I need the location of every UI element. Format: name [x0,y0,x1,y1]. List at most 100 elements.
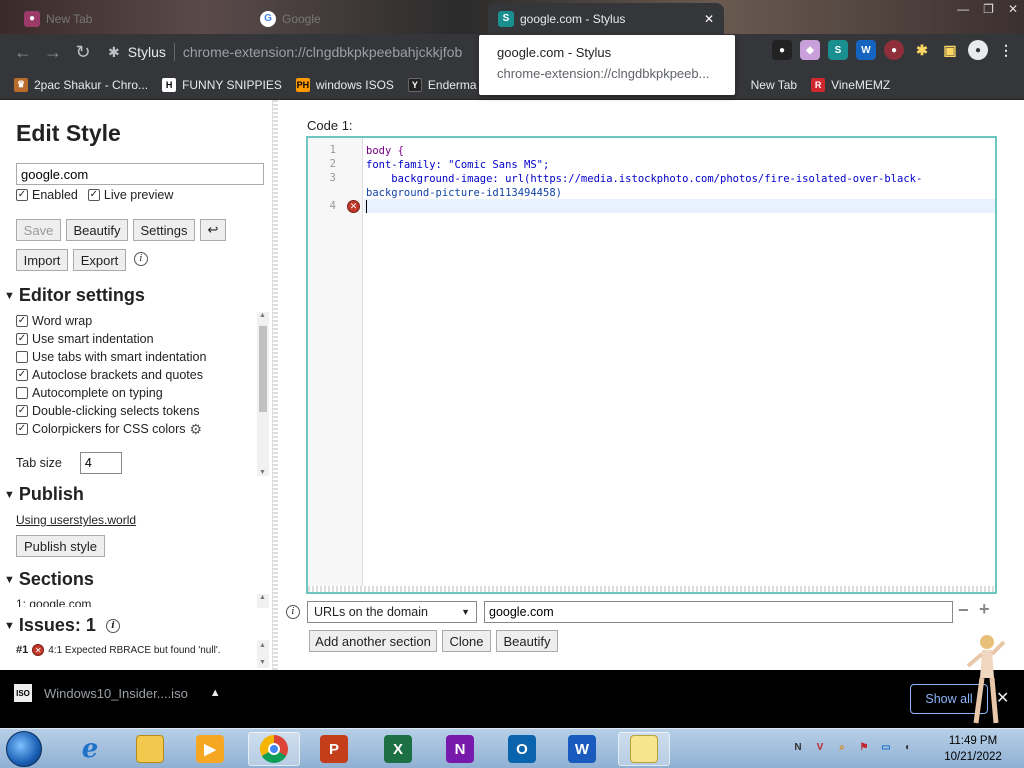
back-icon[interactable]: ← [8,37,38,67]
undo-icon[interactable]: ↩ [200,219,226,241]
info-icon[interactable]: i [286,605,300,619]
media-player-icon[interactable]: ▶ [184,732,236,766]
word-icon[interactable]: W [556,732,608,766]
settings-scrollbar[interactable]: ▲ ▼ [257,312,269,476]
start-button-icon[interactable] [6,731,42,767]
scroll-up-icon[interactable]: ▲ [259,642,266,649]
tab-google[interactable]: G Google [250,3,331,34]
internet-explorer-icon[interactable]: e [64,732,116,766]
bookmark-item[interactable]: ♛ 2pac Shakur - Chro... [14,77,148,92]
resize-divider[interactable] [272,100,278,670]
close-window-icon[interactable]: ✕ [1008,2,1018,16]
word-wrap-checkbox[interactable]: ✓ Word wrap [16,312,256,330]
tabs-smart-indentation-checkbox[interactable]: Use tabs with smart indentation [16,348,256,366]
publish-heading[interactable]: ▼ Publish [4,484,84,505]
download-filename: Windows10_Insider....iso [44,685,188,701]
autoclose-brackets-checkbox[interactable]: ✓ Autoclose brackets and quotes [16,366,256,384]
issues-heading[interactable]: ▼ Issues: 1 i [4,615,120,636]
add-another-section-button[interactable]: Add another section [309,630,437,652]
minimize-icon[interactable]: — [957,2,969,16]
bookmark-item[interactable]: Y Enderma [407,77,477,92]
issue-row[interactable]: #1 ✕ 4:1 Expected RBRACE but found 'null… [16,644,221,656]
info-icon[interactable]: i [134,252,148,266]
tab-new-tab[interactable]: ● New Tab [14,3,102,34]
download-item[interactable]: ISO Windows10_Insider....iso ▲ [14,684,221,702]
extension-eye-icon[interactable]: ● [772,40,792,60]
tray-flag-icon[interactable]: ⚑ [856,739,872,755]
powerpoint-icon[interactable]: P [308,732,360,766]
extension-circle-icon[interactable]: ● [884,40,904,60]
publish-style-button[interactable]: Publish style [16,535,105,557]
extensions-puzzle-icon[interactable]: ✱ [912,40,932,60]
system-clock[interactable]: 11:49 PM 10/21/2022 [938,733,1008,765]
autocomplete-checkbox[interactable]: Autocomplete on typing [16,384,256,402]
double-click-tokens-checkbox[interactable]: ✓ Double-clicking selects tokens [16,402,256,420]
tray-monitor-icon[interactable]: ▭ [878,739,894,755]
remove-rule-icon[interactable]: − [958,600,969,621]
address-bar[interactable]: ✱ Stylus chrome-extension://clngdbkpkpee… [108,38,488,66]
tray-v-icon[interactable]: V [812,739,828,755]
extension-cat-icon[interactable]: ◆ [800,40,820,60]
beautify-section-button[interactable]: Beautify [496,630,558,652]
scroll-down-icon[interactable]: ▼ [259,659,266,666]
bookmark-item[interactable]: R VineMEMZ [811,77,890,92]
tab-stylus[interactable]: S google.com - Stylus ✕ [488,3,724,34]
clone-button[interactable]: Clone [442,630,491,652]
maximize-icon[interactable]: ❐ [983,2,994,16]
dropdown-arrow-icon: ▼ [461,607,470,617]
settings-button[interactable]: Settings [133,219,195,241]
style-name-input[interactable] [16,163,264,185]
chrome-icon[interactable] [248,732,300,766]
enabled-checkbox[interactable]: ✓ Enabled [16,188,78,202]
editor-resize-handle[interactable] [308,586,995,592]
smart-indentation-checkbox[interactable]: ✓ Use smart indentation [16,330,256,348]
tray-volume-icon[interactable]: ◐ [900,739,916,755]
userstyles-world-link[interactable]: Using userstyles.world [16,513,136,527]
enabled-label: Enabled [32,188,78,202]
import-button[interactable]: Import [16,249,68,271]
code-editor[interactable]: 1 2 3 4 ✕ body { font-family: "Comic San… [306,136,997,594]
lint-error-icon[interactable]: ✕ [347,200,360,213]
info-icon[interactable]: i [105,618,120,633]
scrollbar-thumb[interactable] [259,326,267,412]
bookmark-item[interactable]: H FUNNY SNIPPIES [162,77,282,92]
live-preview-checkbox[interactable]: ✓ Live preview [87,188,173,202]
applies-to-type-select[interactable]: URLs on the domain ▼ [307,601,477,623]
sections-scrollbar[interactable]: ▲ [257,594,269,608]
forward-icon[interactable]: → [38,37,68,67]
onenote-icon[interactable]: N [434,732,486,766]
outlook-icon[interactable]: O [496,732,548,766]
issues-scrollbar[interactable]: ▲ ▼ [257,640,269,668]
bookmark-item[interactable]: PH windows ISOS [295,77,394,92]
tray-search-icon[interactable]: ⌕ [834,739,850,755]
section-list-item[interactable]: 1: google.com [16,597,91,607]
omnibox-url: chrome-extension://clngdbkpkpeebahjckkjf… [182,44,463,60]
excel-icon[interactable]: X [372,732,424,766]
add-rule-icon[interactable]: + [979,599,990,620]
tab-size-input[interactable] [79,452,122,474]
profile-avatar-icon[interactable]: ● [968,40,988,60]
menu-kebab-icon[interactable]: ⋮ [996,40,1016,60]
save-button[interactable]: Save [16,219,61,241]
chevron-up-icon[interactable]: ▲ [210,687,221,699]
scroll-up-icon[interactable]: ▲ [259,594,266,601]
export-button[interactable]: Export [73,249,126,271]
beautify-button[interactable]: Beautify [66,219,128,241]
option-label: Double-clicking selects tokens [32,404,200,418]
tab-close-icon[interactable]: ✕ [704,12,714,26]
bookmark-item[interactable]: New Tab [751,78,797,92]
scroll-up-icon[interactable]: ▲ [259,312,266,319]
sticky-notes-icon[interactable] [618,732,670,766]
tray-app-icon[interactable]: N [790,739,806,755]
extension-stylus-icon[interactable]: S [828,40,848,60]
colorpickers-checkbox[interactable]: ✓ Colorpickers for CSS colors ⚙ [16,420,256,438]
scroll-down-icon[interactable]: ▼ [259,469,266,476]
applies-to-value-input[interactable] [484,601,953,623]
sidepanel-icon[interactable]: ▣ [940,40,960,60]
file-explorer-icon[interactable] [124,732,176,766]
gear-icon[interactable]: ⚙ [190,421,203,438]
editor-settings-heading[interactable]: ▼ Editor settings [4,285,145,306]
reload-icon[interactable]: ↻ [68,37,98,67]
extension-word-icon[interactable]: W [856,40,876,60]
sections-heading[interactable]: ▼ Sections [4,569,94,590]
